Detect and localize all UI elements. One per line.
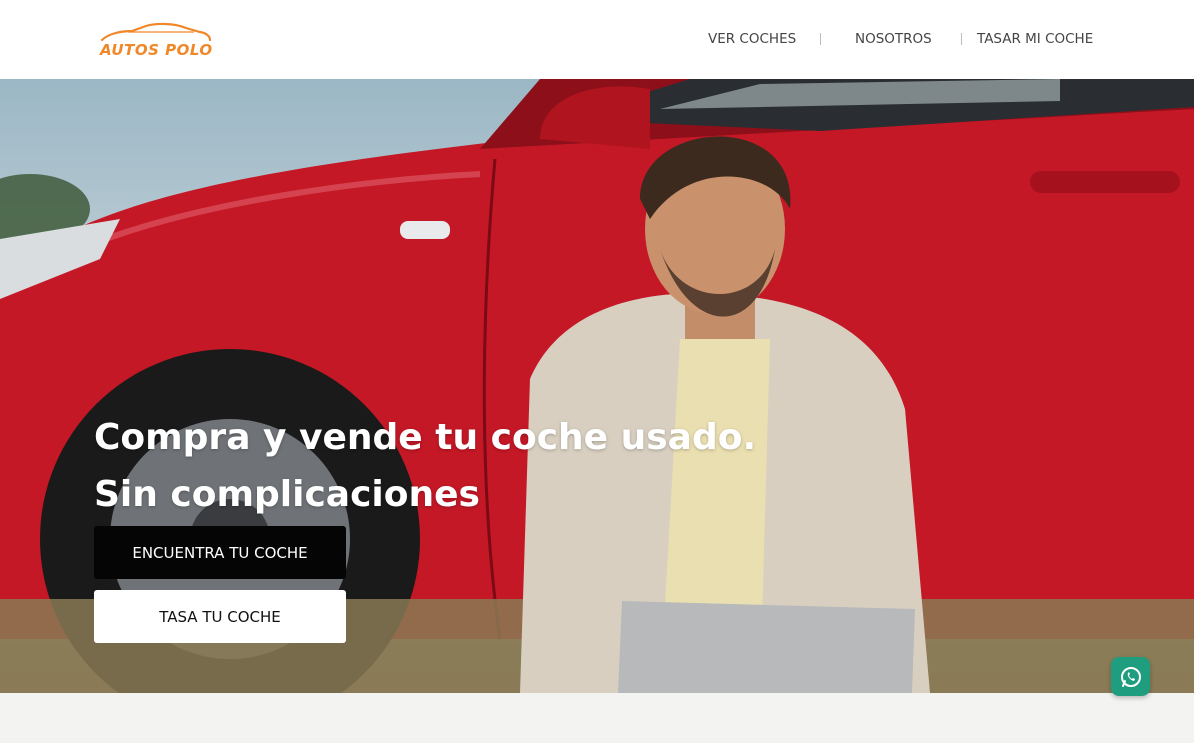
next-section [0,693,1194,743]
whatsapp-icon [1120,666,1141,687]
brand-name: AUTOS POLO [100,41,213,59]
hero-headline-line2: Sin complicaciones [94,474,480,515]
site-header: AUTOS POLO VER COCHES NOSOTROS TASAR MI … [0,0,1194,79]
nav-tasar-mi-coche[interactable]: TASAR MI COCHE [977,31,1093,47]
nav-nosotros[interactable]: NOSOTROS [855,31,932,47]
value-car-button[interactable]: TASA TU COCHE [94,590,346,643]
nav-ver-coches[interactable]: VER COCHES [708,31,796,47]
whatsapp-button[interactable] [1111,657,1150,696]
nav-divider [820,33,821,45]
hero-banner: Compra y vende tu coche usado. Sin compl… [0,79,1194,693]
find-car-button[interactable]: ENCUENTRA TU COCHE [94,526,346,579]
hero-headline-line1: Compra y vende tu coche usado. [94,417,757,458]
hero-headline: Compra y vende tu coche usado. Sin compl… [94,409,794,523]
nav-divider [961,33,962,45]
brand-logo[interactable]: AUTOS POLO [98,22,212,60]
